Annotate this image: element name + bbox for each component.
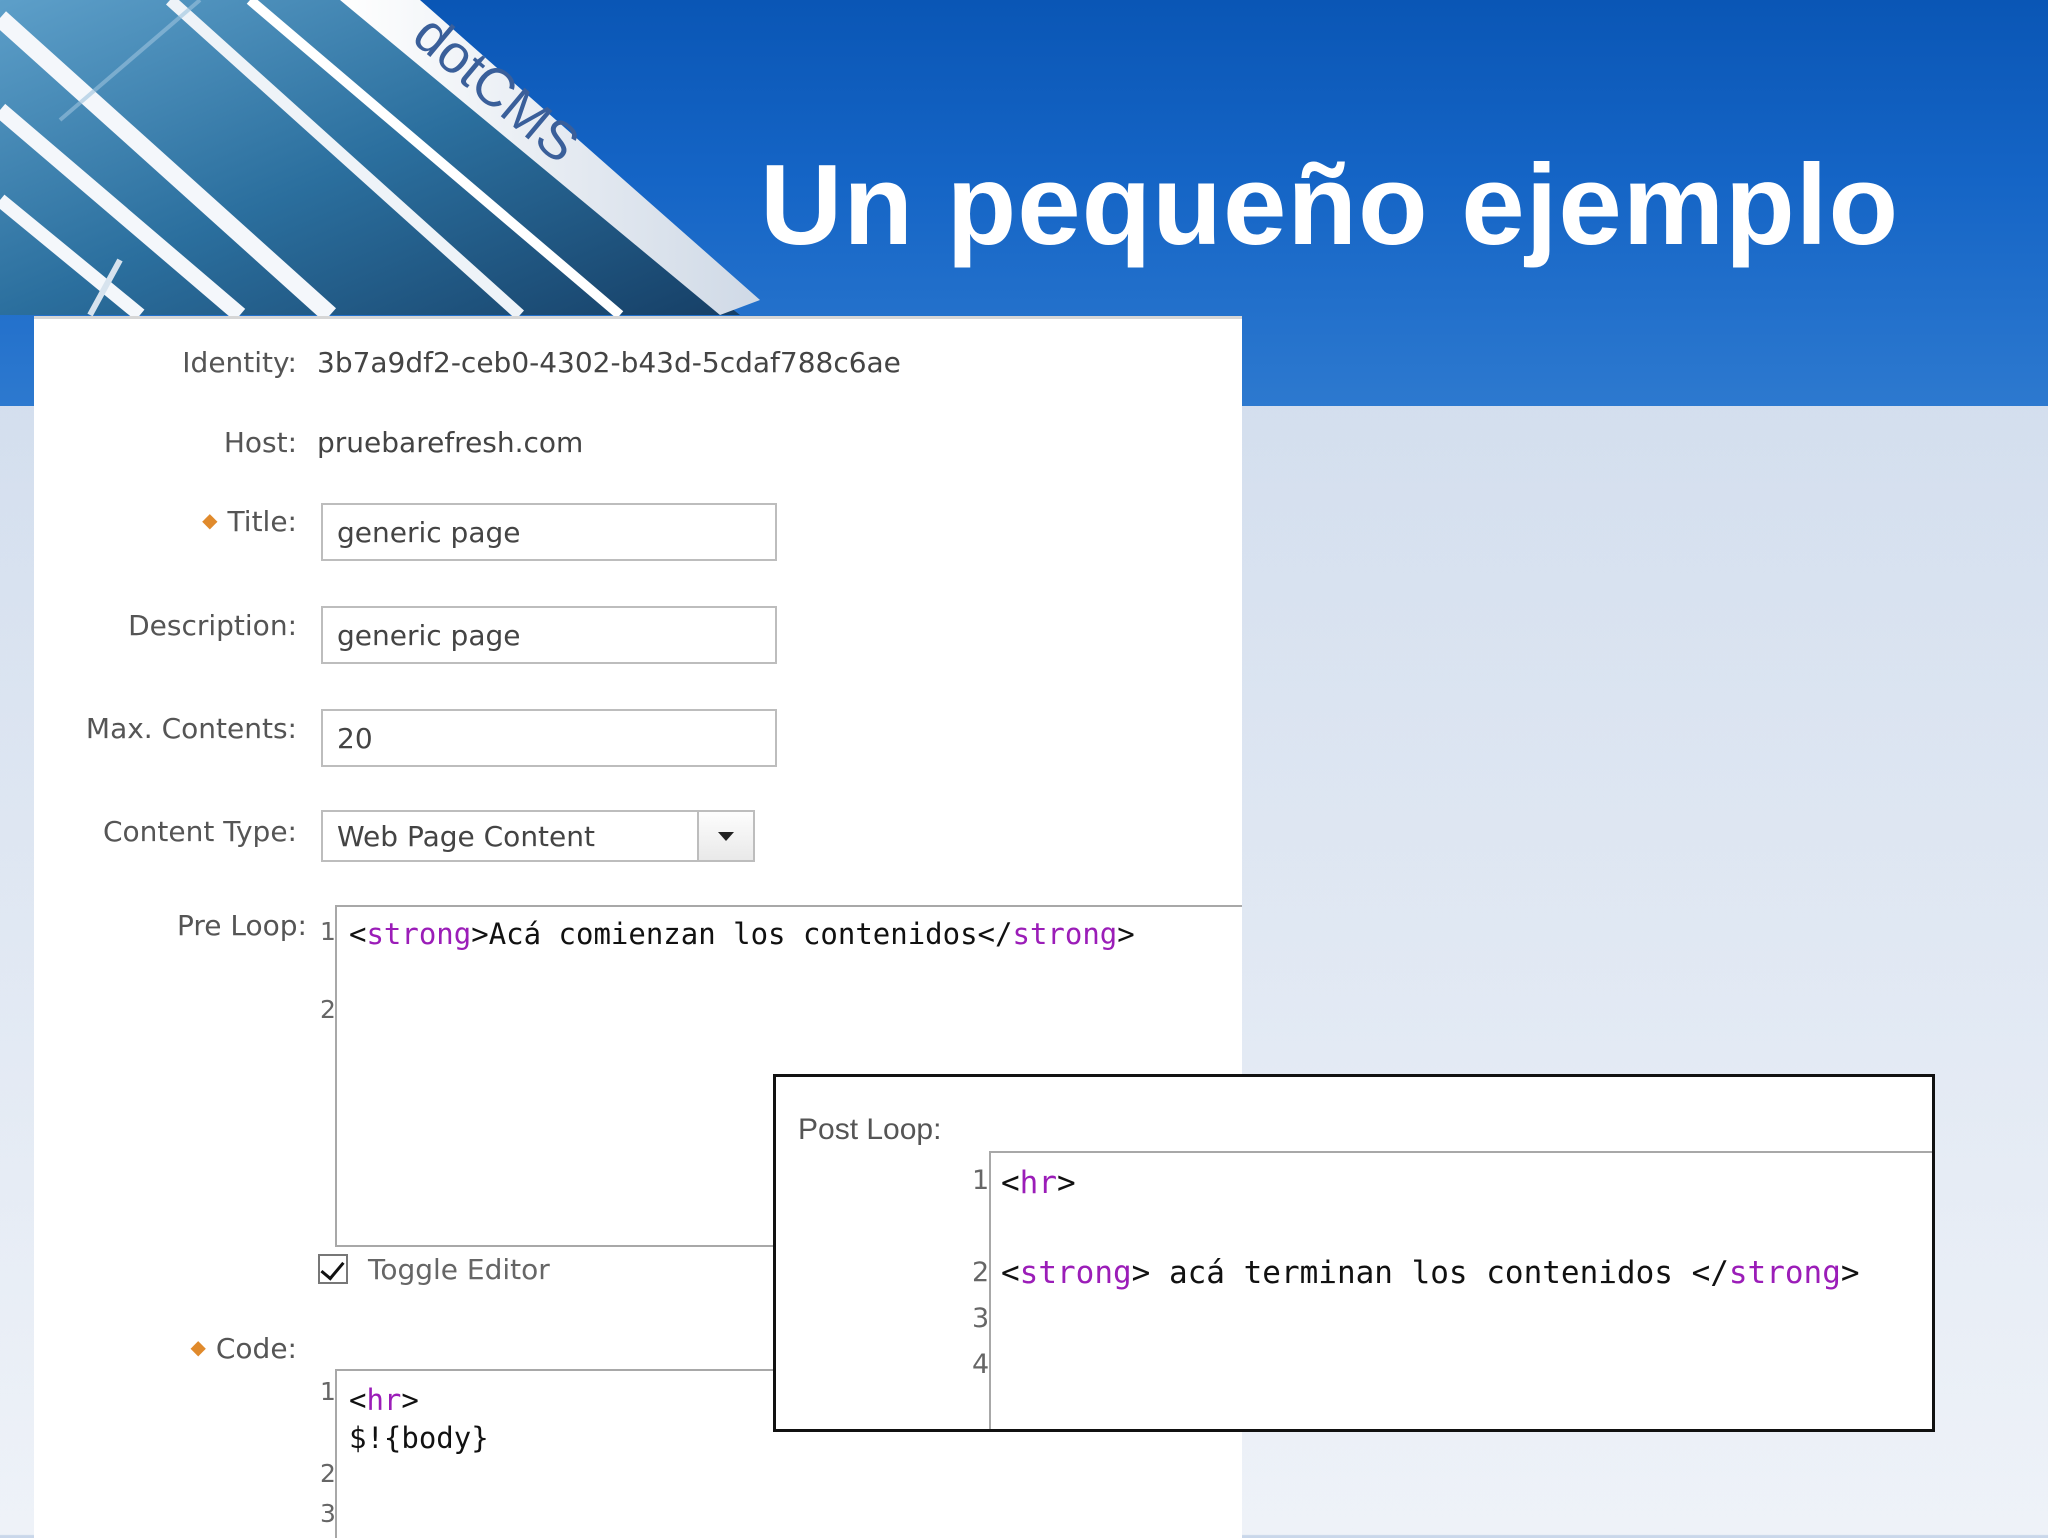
chevron-down-icon[interactable] [697, 812, 753, 860]
max-contents-label: Max. Contents: [85, 712, 297, 745]
title-label: ◆ Title: [202, 505, 297, 538]
identity-value: 3b7a9df2-ceb0-4302-b43d-5cdaf788c6ae [317, 346, 901, 379]
post-loop-editor[interactable]: <hr> <strong> acá terminan los contenido… [989, 1151, 1932, 1429]
description-input[interactable] [321, 606, 777, 664]
code-label: ◆ Code: [190, 1332, 297, 1365]
post-loop-line-number: 1 [972, 1165, 990, 1196]
code-editor-line: $!{body} [349, 1421, 489, 1455]
host-label: Host: [223, 426, 297, 459]
host-value: pruebarefresh.com [317, 426, 584, 459]
content-type-selected: Web Page Content [337, 820, 595, 853]
post-loop-line-number: 3 [972, 1303, 990, 1334]
pre-loop-line-number: 2 [320, 995, 336, 1024]
check-icon [320, 1255, 345, 1281]
title-input[interactable] [321, 503, 777, 561]
required-diamond-icon: ◆ [190, 1335, 206, 1359]
toggle-editor-checkbox[interactable] [318, 1254, 348, 1284]
slide-title: Un pequeño ejemplo [760, 142, 1900, 269]
post-loop-code-line: <strong> acá terminan los contenidos </s… [1001, 1255, 1860, 1291]
content-type-label: Content Type: [102, 815, 297, 848]
content-type-select[interactable]: Web Page Content [321, 810, 755, 862]
toggle-editor-label: Toggle Editor [368, 1253, 550, 1286]
code-line-number: 3 [320, 1499, 336, 1528]
post-loop-panel: Post Loop: 1 2 3 4 <hr> <strong> acá ter… [773, 1074, 1935, 1432]
post-loop-label: Post Loop: [798, 1113, 942, 1146]
post-loop-line-number: 2 [972, 1257, 990, 1288]
code-editor-line: <hr> [349, 1383, 419, 1417]
required-diamond-icon: ◆ [202, 508, 218, 532]
max-contents-input[interactable] [321, 709, 777, 767]
post-loop-code-line: <hr> [1001, 1165, 1076, 1201]
description-label: Description: [128, 609, 297, 642]
pre-loop-label: Pre Loop: [177, 909, 307, 942]
code-line-number: 1 [320, 1377, 336, 1406]
pre-loop-code-line: <strong>Acá comienzan los contenidos</st… [349, 917, 1135, 951]
pre-loop-line-number: 1 [320, 917, 336, 946]
identity-label: Identity: [182, 346, 297, 379]
code-line-number: 2 [320, 1459, 336, 1488]
post-loop-line-number: 4 [972, 1349, 990, 1380]
